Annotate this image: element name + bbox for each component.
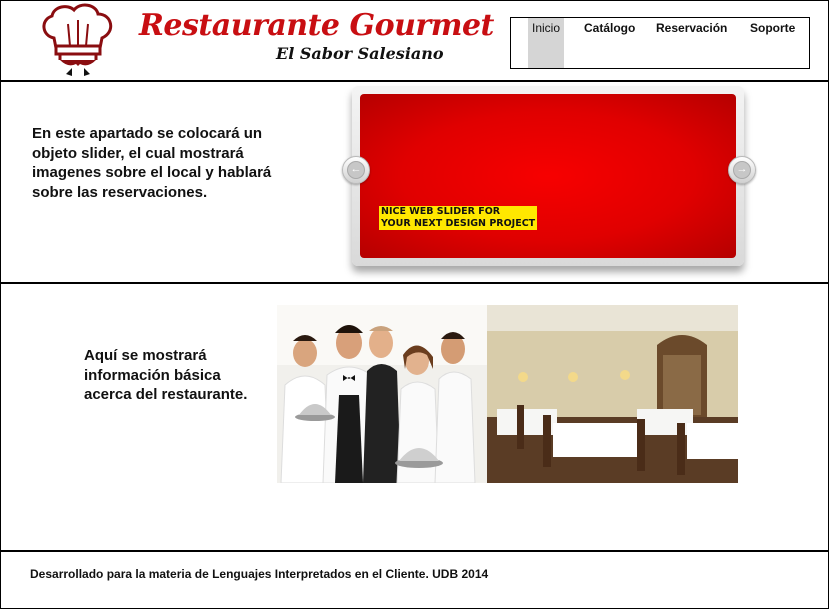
slide: NICE WEB SLIDER FOR YOUR NEXT DESIGN PRO… [360,94,736,258]
arrow-right-icon: → [733,161,751,179]
caption-line-1: NICE WEB SLIDER FOR [381,206,501,217]
nav-item-soporte[interactable]: Soporte [750,18,795,68]
staff-photo [277,305,487,483]
chef-hat-icon [38,2,118,77]
about-text: Aquí se mostrará información básica acer… [84,347,248,403]
footer-text: Desarrollado para la materia de Lenguaje… [30,567,489,581]
arrow-left-icon: ← [347,161,365,179]
header-divider [0,80,829,82]
dining-room-photo [487,305,738,483]
footer-divider [0,550,829,552]
brand-title: Restaurante Gourmet [139,8,494,43]
nav-item-inicio[interactable]: Inicio [528,18,564,68]
nav-item-reservacion[interactable]: Reservación [656,18,727,68]
slider-frame: NICE WEB SLIDER FOR YOUR NEXT DESIGN PRO… [352,86,744,266]
intro-text: En este apartado se colocará un objeto s… [32,125,272,201]
slider-next-button[interactable]: → [728,156,756,184]
nav-item-catalogo[interactable]: Catálogo [584,18,635,68]
caption-line-2: YOUR NEXT DESIGN PROJECT [381,218,536,229]
slide-caption: NICE WEB SLIDER FOR YOUR NEXT DESIGN PRO… [379,206,538,230]
section-divider [0,282,829,284]
slider-prev-button[interactable]: ← [342,156,370,184]
main-nav: Inicio Catálogo Reservación Soporte [510,17,810,69]
brand-subtitle: El Sabor Salesiano [276,44,444,63]
image-slider[interactable]: NICE WEB SLIDER FOR YOUR NEXT DESIGN PRO… [342,86,756,270]
